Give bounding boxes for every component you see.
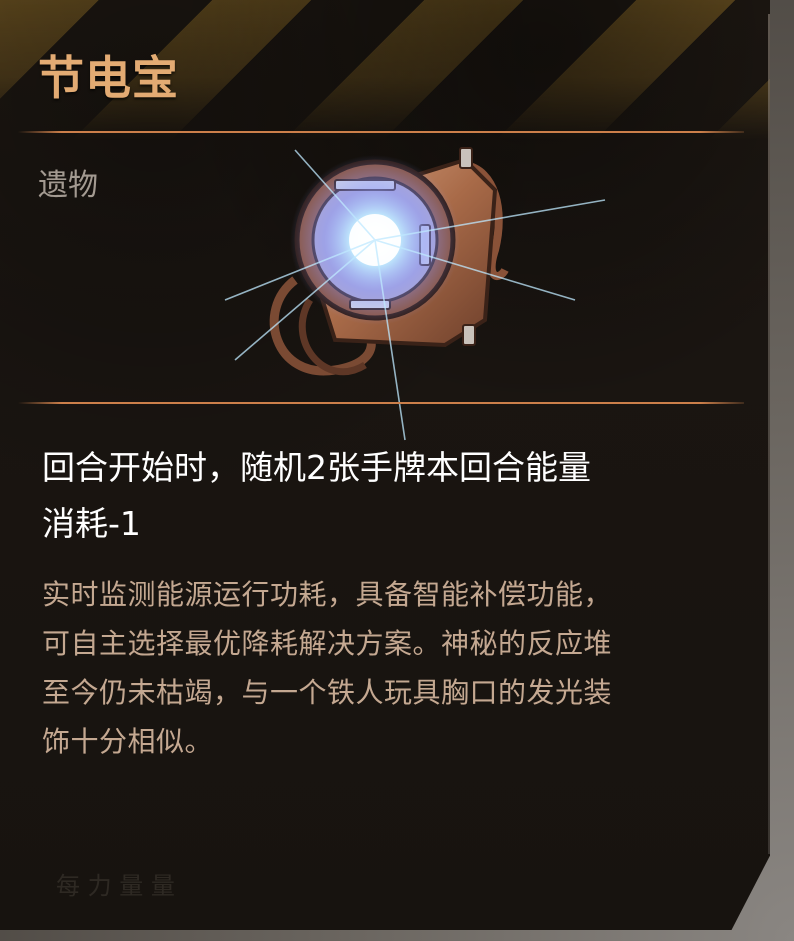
flavor-line: 可自主选择最优降耗解决方案。神秘的反应堆: [42, 627, 613, 660]
flavor-line: 饰十分相似。: [42, 725, 214, 758]
faint-footer-text: 每 力 量 量: [56, 872, 175, 900]
relic-card: 节电宝 遗物 回合开始时，随机2张手牌本回合能量 消耗-1 实时监测能源运行功耗…: [0, 0, 770, 930]
image-divider: [18, 402, 744, 404]
effect-line: 回合开始时，随机2张手牌本回合能量: [42, 448, 591, 487]
relic-effect: 回合开始时，随机2张手牌本回合能量 消耗-1: [42, 440, 732, 552]
flavor-line: 实时监测能源运行功耗，具备智能补偿功能，: [42, 578, 613, 611]
flavor-line: 至今仍未枯竭，与一个铁人玩具胸口的发光装: [42, 676, 613, 709]
relic-title: 节电宝: [38, 51, 179, 105]
effect-line: 消耗-1: [42, 504, 141, 543]
relic-flavor-text: 实时监测能源运行功耗，具备智能补偿功能， 可自主选择最优降耗解决方案。神秘的反应…: [42, 570, 742, 766]
card-frame-edge: [768, 14, 770, 854]
relic-category: 遗物: [38, 168, 98, 203]
